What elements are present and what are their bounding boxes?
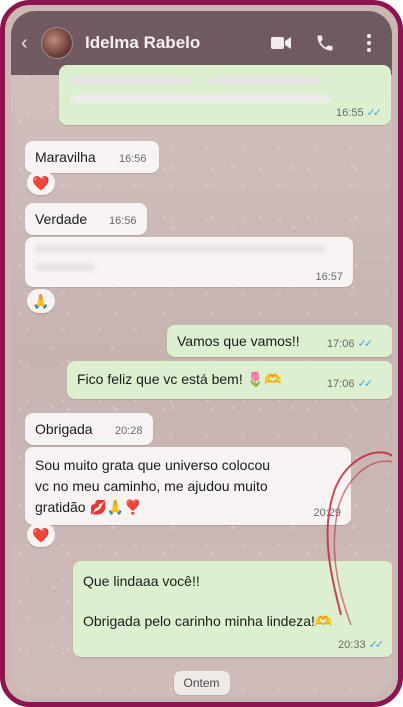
- read-ticks-icon: ✓✓: [368, 639, 385, 651]
- message-line: vc no meu caminho, me ajudou muito: [35, 478, 268, 494]
- blurred-text: [35, 263, 95, 271]
- blurred-text: [71, 95, 331, 103]
- message-line: gratidão 💋🙏❣️: [35, 499, 142, 515]
- heart-reaction-icon[interactable]: ❤️: [27, 171, 55, 195]
- blurred-text: [35, 245, 325, 253]
- message-bubble-incoming[interactable]: Obrigada 20:28: [25, 413, 153, 445]
- message-text: Verdade: [35, 211, 88, 227]
- blurred-text: [209, 77, 319, 85]
- video-call-icon[interactable]: [268, 30, 294, 56]
- avatar[interactable]: [41, 27, 73, 59]
- day-separator: Ontem: [173, 671, 230, 695]
- read-ticks-icon: ✓✓: [366, 107, 383, 119]
- message-time: 17:06 ✓✓: [327, 378, 374, 390]
- message-bubble-incoming[interactable]: Verdade 16:56: [25, 203, 147, 235]
- message-text: Sou muito grata que universo colocou vc …: [35, 455, 270, 518]
- praying-hands-reaction-icon[interactable]: 🙏: [27, 289, 55, 313]
- message-line: Sou muito grata que universo colocou: [35, 457, 271, 473]
- phone-frame: ‹ Idelma Rabelo 16:55 ✓✓ Maravilha 16:56…: [0, 0, 403, 707]
- message-time: 20:29: [313, 507, 341, 519]
- message-time: 20:28: [115, 425, 143, 437]
- read-ticks-icon: ✓✓: [357, 338, 374, 350]
- message-text: Que lindaaa você!! Obrigada pelo carinho…: [83, 571, 332, 631]
- more-vert-icon[interactable]: [356, 30, 382, 56]
- message-text: Obrigada: [35, 421, 93, 437]
- heart-reaction-icon[interactable]: ❤️: [27, 523, 55, 547]
- message-time: 16:57: [315, 271, 343, 283]
- message-time: 17:06 ✓✓: [327, 338, 374, 350]
- message-bubble-outgoing[interactable]: Vamos que vamos!! 17:06 ✓✓: [167, 325, 392, 357]
- message-bubble-outgoing[interactable]: Fico feliz que vc está bem! 🌷🫶 17:06 ✓✓: [67, 361, 392, 399]
- message-bubble-incoming[interactable]: 16:57: [25, 237, 353, 287]
- message-time: 16:55 ✓✓: [336, 107, 383, 119]
- message-time: 16:56: [109, 215, 137, 227]
- chat-screen: ‹ Idelma Rabelo 16:55 ✓✓ Maravilha 16:56…: [11, 11, 392, 696]
- blurred-text: [71, 77, 191, 85]
- message-bubble-outgoing[interactable]: Que lindaaa você!! Obrigada pelo carinho…: [73, 561, 392, 657]
- message-line: [83, 591, 332, 611]
- message-list[interactable]: 16:55 ✓✓ Maravilha 16:56 ❤️ Verdade 16:56…: [11, 65, 392, 696]
- message-time: 20:33 ✓✓: [338, 639, 385, 651]
- message-text: Fico feliz que vc está bem! 🌷🫶: [77, 371, 282, 387]
- message-bubble-incoming[interactable]: Sou muito grata que universo colocou vc …: [25, 447, 351, 525]
- phone-icon[interactable]: [312, 30, 338, 56]
- contact-name[interactable]: Idelma Rabelo: [85, 33, 250, 53]
- arrow-left-icon[interactable]: ‹: [21, 32, 35, 55]
- message-text: Vamos que vamos!!: [177, 333, 300, 349]
- message-bubble-incoming[interactable]: Maravilha 16:56: [25, 141, 159, 173]
- message-bubble-outgoing[interactable]: 16:55 ✓✓: [59, 65, 391, 125]
- read-ticks-icon: ✓✓: [357, 378, 374, 390]
- message-time: 16:56: [119, 153, 147, 165]
- message-line: Que lindaaa você!!: [83, 573, 200, 589]
- message-text: Maravilha: [35, 149, 96, 165]
- message-line: Obrigada pelo carinho minha lindeza!🫶: [83, 613, 333, 629]
